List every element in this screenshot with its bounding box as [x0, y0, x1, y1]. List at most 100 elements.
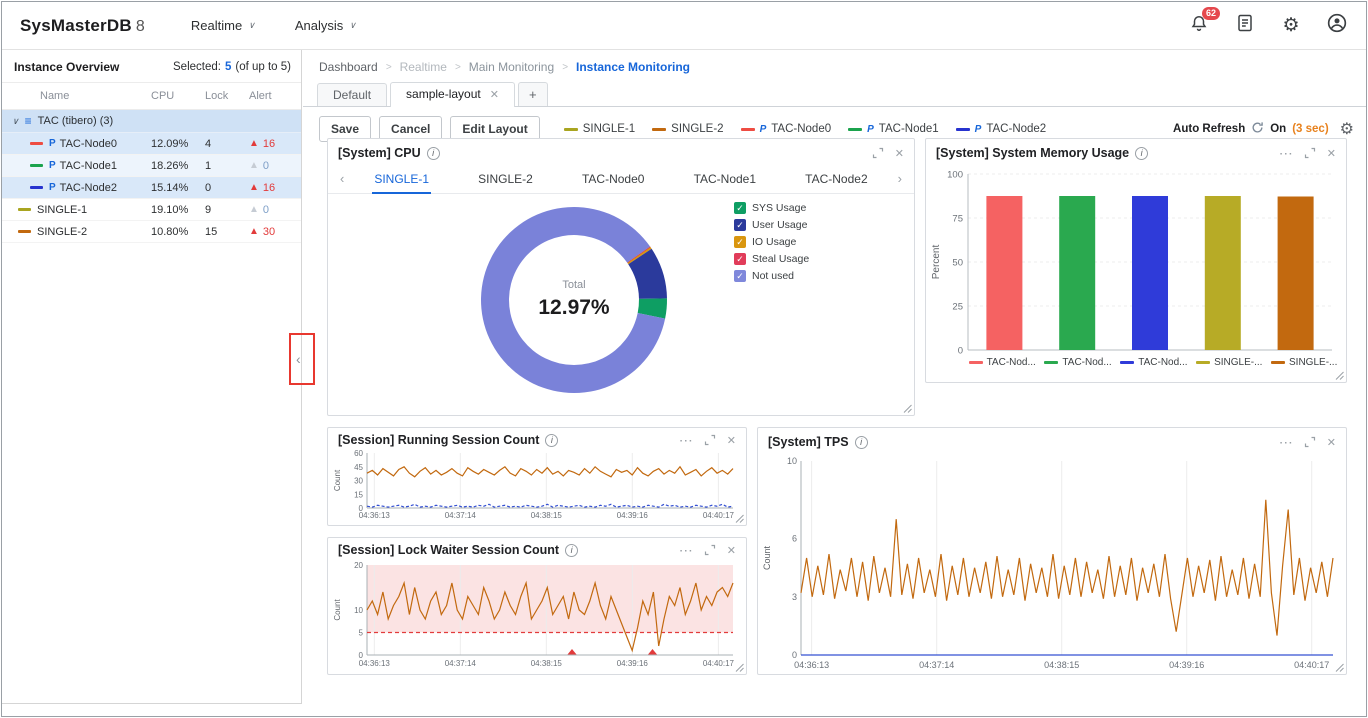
primary-badge: P — [49, 160, 56, 171]
nav-analysis[interactable]: Analysis ∨ — [295, 18, 356, 33]
svg-text:0: 0 — [359, 651, 364, 660]
svg-text:Count: Count — [333, 469, 342, 491]
alert-cell: ▲0 — [249, 204, 293, 216]
alert-cell: ▲16 — [249, 182, 293, 194]
memory-legend-item[interactable]: TAC-Nod... — [1044, 357, 1111, 368]
instance-name: TAC-Node2 — [60, 182, 151, 194]
panel-header: [System] System Memory Usage i ⋯ ✕ — [926, 139, 1346, 164]
more-icon[interactable]: ⋯ — [1279, 439, 1293, 446]
report-button[interactable] — [1234, 15, 1256, 37]
expand-icon[interactable] — [704, 434, 716, 446]
settings-button[interactable]: ⚙ — [1280, 15, 1302, 37]
legend-swatch — [564, 128, 578, 131]
expand-icon[interactable] — [872, 147, 884, 159]
cpu-tab-single-2[interactable]: SINGLE-2 — [476, 164, 535, 194]
svg-text:0: 0 — [359, 504, 364, 513]
breadcrumb-realtime[interactable]: Realtime — [400, 60, 447, 74]
resize-handle[interactable] — [735, 514, 744, 523]
more-icon[interactable]: ⋯ — [679, 437, 693, 444]
breadcrumb-main-monitoring[interactable]: Main Monitoring — [469, 60, 554, 74]
close-icon[interactable]: ✕ — [727, 434, 736, 447]
tab-default[interactable]: Default — [317, 83, 387, 106]
resize-handle[interactable] — [1335, 663, 1344, 672]
series-color-swatch — [18, 208, 31, 211]
resize-handle[interactable] — [1335, 371, 1344, 380]
cpu-tab-tac-node0[interactable]: TAC-Node0 — [580, 164, 646, 194]
sidebar-collapse-toggle[interactable]: ‹ — [296, 351, 301, 367]
info-icon[interactable]: i — [1135, 147, 1148, 160]
svg-text:04:36:13: 04:36:13 — [359, 659, 391, 668]
auto-refresh-control[interactable]: Auto Refresh On (3 sec) ⚙ — [1173, 119, 1354, 139]
cpu-tab-tac-node2[interactable]: TAC-Node2 — [803, 164, 869, 194]
column-name[interactable]: Name — [10, 90, 151, 102]
expand-icon[interactable] — [1304, 436, 1316, 448]
memory-legend-item[interactable]: TAC-Nod... — [969, 357, 1036, 368]
memory-legend-item[interactable]: SINGLE-... — [1271, 357, 1337, 368]
memory-legend-item[interactable]: SINGLE-... — [1196, 357, 1262, 368]
alert-triangle-icon: ▲ — [249, 161, 259, 171]
more-icon[interactable]: ⋯ — [1279, 150, 1293, 157]
legend-checkbox[interactable]: ✓Not used — [734, 270, 809, 282]
legend-swatch — [652, 128, 666, 131]
svg-text:Percent: Percent — [931, 245, 942, 280]
close-icon[interactable]: ✕ — [1327, 436, 1336, 449]
panel-system-cpu: [System] CPU i ✕ ‹ SINGLE-1 SINGLE-2 TAC… — [327, 138, 915, 416]
close-icon[interactable]: ✕ — [1327, 147, 1336, 160]
cpu-tab-single-1[interactable]: SINGLE-1 — [372, 164, 431, 194]
info-icon[interactable]: i — [427, 147, 440, 160]
instance-row[interactable]: SINGLE-1 19.10% 9 ▲0 — [2, 199, 301, 221]
tabs-next-icon[interactable]: › — [898, 171, 902, 186]
cpu-value: 10.80% — [151, 226, 205, 238]
info-icon[interactable]: i — [855, 436, 868, 449]
toolbar-legend-item[interactable]: PTAC-Node1 — [848, 123, 939, 135]
close-icon[interactable]: ✕ — [490, 88, 499, 101]
notifications-button[interactable]: 62 — [1188, 15, 1210, 37]
toolbar-legend-item[interactable]: SINGLE-2 — [652, 123, 723, 135]
instance-row[interactable]: P TAC-Node1 18.26% 1 ▲0 — [2, 155, 301, 177]
top-bar: SysMasterDB 8 Realtime ∨ Analysis ∨ 62 ⚙ — [2, 2, 1366, 50]
nav-realtime[interactable]: Realtime ∨ — [191, 18, 255, 33]
tab-sample-layout[interactable]: sample-layout ✕ — [390, 82, 515, 107]
memory-legend-item[interactable]: TAC-Nod... — [1120, 357, 1187, 368]
toolbar-legend-item[interactable]: PTAC-Node0 — [741, 123, 832, 135]
column-cpu[interactable]: CPU — [151, 90, 205, 102]
legend-checkbox[interactable]: ✓Steal Usage — [734, 253, 809, 265]
column-alert[interactable]: Alert — [249, 90, 293, 102]
app-logo[interactable]: SysMasterDB 8 — [20, 16, 145, 36]
svg-text:60: 60 — [354, 449, 363, 458]
more-icon[interactable]: ⋯ — [679, 547, 693, 554]
legend-checkbox[interactable]: ✓IO Usage — [734, 236, 809, 248]
instance-group-row[interactable]: ∨ ≡ TAC (tibero) (3) — [2, 110, 301, 133]
svg-text:6: 6 — [792, 534, 797, 544]
instance-row[interactable]: P TAC-Node0 12.09% 4 ▲16 — [2, 133, 301, 155]
add-tab-button[interactable]: + — [518, 82, 548, 106]
account-button[interactable] — [1326, 15, 1348, 37]
legend-checkbox[interactable]: ✓SYS Usage — [734, 202, 809, 214]
breadcrumb-separator: > — [562, 62, 568, 73]
instance-row[interactable]: P TAC-Node2 15.14% 0 ▲16 — [2, 177, 301, 199]
panel-title: [Session] Lock Waiter Session Count — [338, 543, 559, 557]
close-icon[interactable]: ✕ — [727, 544, 736, 557]
instance-row[interactable]: SINGLE-2 10.80% 15 ▲30 — [2, 221, 301, 243]
breadcrumb-dashboard[interactable]: Dashboard — [319, 60, 378, 74]
close-icon[interactable]: ✕ — [895, 147, 904, 160]
toolbar-legend-item[interactable]: PTAC-Node2 — [956, 123, 1047, 135]
resize-handle[interactable] — [903, 404, 912, 413]
toolbar-legend-item[interactable]: SINGLE-1 — [564, 123, 635, 135]
chevron-down-icon: ∨ — [248, 20, 255, 31]
checkbox-icon: ✓ — [734, 219, 746, 231]
collapse-chevron-icon[interactable]: ∨ — [12, 116, 19, 127]
expand-icon[interactable] — [1304, 147, 1316, 159]
expand-icon[interactable] — [704, 544, 716, 556]
legend-checkbox[interactable]: ✓User Usage — [734, 219, 809, 231]
cpu-tab-tac-node1[interactable]: TAC-Node1 — [692, 164, 758, 194]
breadcrumb-instance-monitoring[interactable]: Instance Monitoring — [576, 60, 690, 74]
info-icon[interactable]: i — [565, 544, 578, 557]
info-icon[interactable]: i — [545, 434, 558, 447]
resize-handle[interactable] — [735, 663, 744, 672]
cpu-value: 15.14% — [151, 182, 205, 194]
panel-header: [System] CPU i ✕ — [328, 139, 914, 164]
svg-text:04:40:17: 04:40:17 — [703, 659, 735, 668]
column-lock[interactable]: Lock — [205, 90, 249, 102]
refresh-settings-gear-icon[interactable]: ⚙ — [1340, 119, 1354, 139]
